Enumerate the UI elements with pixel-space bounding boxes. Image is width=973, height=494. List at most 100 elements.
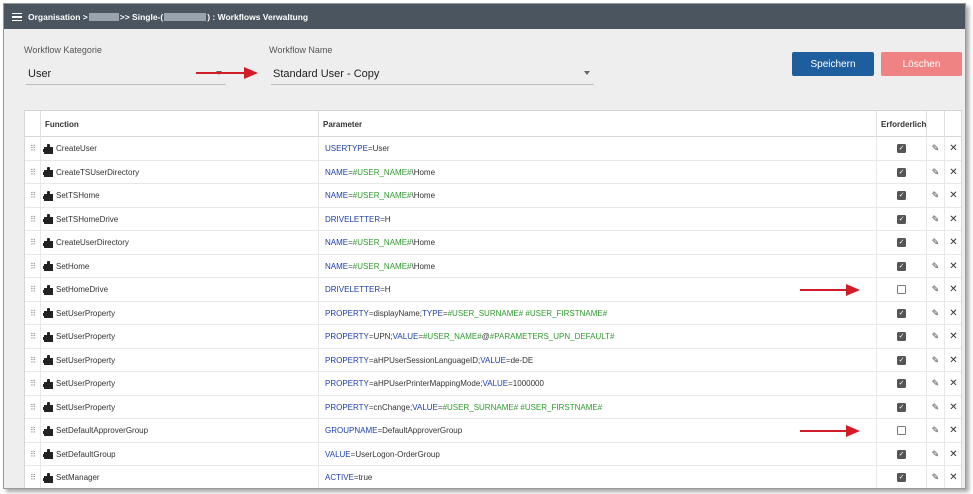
pencil-icon[interactable]: ✎ [927,325,945,349]
close-icon[interactable]: ✕ [945,349,962,373]
table-row[interactable]: ⠿ SetUserProperty PROPERTY = aHPUserPrinterM… [25,372,961,396]
close-icon[interactable]: ✕ [945,184,962,208]
required-checkbox[interactable]: ✓ [897,402,906,412]
table-row[interactable]: ⠿ SetUserProperty PROPERTY = displayName; TYP… [25,301,962,326]
puzzle-icon [43,214,54,225]
parameter-cell: PROPERTY = cnChange; VALUE = #USER_SURNAME# #… [319,395,877,419]
function-cell: SetHome [41,254,319,278]
pencil-icon[interactable]: ✎ [927,419,945,443]
parameter-segment: #PARAMETERS_UPN_DEFAULT# [489,332,615,342]
redacted-tenant-name [164,12,207,21]
close-icon[interactable]: ✕ [945,208,962,232]
delete-button[interactable]: Löschen [881,52,962,76]
close-icon[interactable]: ✕ [945,137,962,161]
parameter-segment: aHPUserSessionLanguageID; [373,355,481,365]
function-name: SetUserProperty [56,355,116,365]
close-icon[interactable]: ✕ [945,396,962,420]
pencil-icon[interactable]: ✎ [927,301,945,325]
drag-handle-icon[interactable]: ⠿ [25,137,41,161]
table-row[interactable]: ⠿ SetDefaultGroup VALUE = UserLogon-OrderGro… [25,442,962,467]
function-column-header[interactable]: Function [41,111,319,137]
required-checkbox[interactable]: ✓ [897,449,906,459]
pencil-icon[interactable]: ✎ [927,184,945,208]
parameter-cell: PROPERTY = displayName; TYPE = #USER_SURNAME#… [319,301,877,325]
required-checkbox[interactable]: ✓ [897,261,906,271]
table-row[interactable]: ⠿ SetTSHomeDrive DRIVELETTER = H ✓ ✎ ✕ [25,207,962,232]
close-icon[interactable]: ✕ [945,372,962,396]
table-row[interactable]: ⠿ CreateUserDirectory NAME = #USER_NAME# \Hom… [25,231,961,255]
close-icon[interactable]: ✕ [945,419,962,443]
drag-handle-icon[interactable]: ⠿ [25,348,41,372]
close-icon[interactable]: ✕ [945,302,962,326]
pencil-icon[interactable]: ✎ [927,348,945,372]
pencil-icon[interactable]: ✎ [927,466,945,488]
required-checkbox[interactable] [897,426,906,436]
table-row[interactable]: ⠿ SetUserProperty PROPERTY = cnChange; VALUE =… [25,395,962,420]
required-checkbox[interactable]: ✓ [897,379,906,389]
close-icon[interactable]: ✕ [945,161,962,185]
required-checkbox[interactable]: ✓ [897,355,906,365]
workflow-name-select[interactable]: Standard User - Copy [271,63,594,85]
table-row[interactable]: ⠿ CreateUser USERTYPE = User ✓ ✎ ✕ [25,137,961,161]
pencil-icon[interactable]: ✎ [927,207,945,231]
drag-handle-icon[interactable]: ⠿ [25,231,41,255]
chevron-down-icon [584,71,590,75]
save-button[interactable]: Speichern [792,52,874,76]
function-name: SetUserProperty [56,332,116,342]
category-select[interactable]: User [26,63,226,85]
drag-handle-icon[interactable]: ⠿ [25,207,41,231]
drag-column-header [25,111,41,137]
required-checkbox[interactable]: ✓ [897,332,906,342]
required-checkbox[interactable] [897,285,906,295]
required-checkbox[interactable]: ✓ [897,473,906,483]
required-checkbox[interactable]: ✓ [897,308,906,318]
drag-handle-icon[interactable]: ⠿ [25,301,41,325]
drag-handle-icon[interactable]: ⠿ [25,184,41,208]
pencil-icon[interactable]: ✎ [927,160,945,184]
pencil-icon[interactable]: ✎ [927,254,945,278]
drag-handle-icon[interactable]: ⠿ [25,278,41,302]
drag-handle-icon[interactable]: ⠿ [25,372,41,396]
parameter-segment: H [384,285,391,295]
drag-handle-icon[interactable]: ⠿ [25,442,41,466]
drag-handle-icon[interactable]: ⠿ [25,395,41,419]
required-checkbox[interactable]: ✓ [897,214,906,224]
category-label: Workflow Kategorie [24,45,102,55]
parameter-column-header[interactable]: Parameter [319,111,877,137]
close-icon[interactable]: ✕ [945,325,962,349]
drag-handle-icon[interactable]: ⠿ [25,466,41,488]
table-row[interactable]: ⠿ SetManager ACTIVE = true ✓ ✎ ✕ [25,466,962,488]
required-checkbox[interactable]: ✓ [897,167,906,177]
workflow-name-value: Standard User - Copy [273,67,380,80]
table-row[interactable]: ⠿ SetTSHome NAME = #USER_NAME# \Home ✓ ✎ ✕ [25,184,961,208]
pencil-icon[interactable]: ✎ [927,137,945,161]
required-checkbox[interactable]: ✓ [897,191,906,201]
close-icon[interactable]: ✕ [945,278,962,302]
required-column-header[interactable]: Erforderlich [877,111,927,137]
menu-icon[interactable] [12,12,22,22]
table-row[interactable]: ⠿ SetUserProperty PROPERTY = aHPUserSessionL… [25,348,962,373]
drag-handle-icon[interactable]: ⠿ [25,254,41,278]
table-row[interactable]: ⠿ CreateTSUserDirectory NAME = #USER_NAME# \H… [25,160,962,185]
parameter-segment: DRIVELETTER [325,285,381,295]
close-icon[interactable]: ✕ [945,255,962,279]
pencil-icon[interactable]: ✎ [927,231,945,255]
required-checkbox[interactable]: ✓ [897,144,906,154]
function-cell: CreateTSUserDirectory [41,160,319,184]
required-cell: ✓ [877,395,927,419]
pencil-icon[interactable]: ✎ [927,442,945,466]
function-cell: SetTSHome [41,184,319,208]
table-row[interactable]: ⠿ SetUserProperty PROPERTY = UPN; VALUE = #USER… [25,325,961,349]
close-icon[interactable]: ✕ [945,466,962,488]
drag-handle-icon[interactable]: ⠿ [25,325,41,349]
table-row[interactable]: ⠿ SetHome NAME = #USER_NAME# \Home ✓ ✎ ✕ [25,254,962,279]
pencil-icon[interactable]: ✎ [927,372,945,396]
drag-handle-icon[interactable]: ⠿ [25,419,41,443]
close-icon[interactable]: ✕ [945,443,962,467]
pencil-icon[interactable]: ✎ [927,395,945,419]
close-icon[interactable]: ✕ [945,231,962,255]
pencil-icon[interactable]: ✎ [927,278,945,302]
required-checkbox[interactable]: ✓ [897,238,906,248]
drag-handle-icon[interactable]: ⠿ [25,160,41,184]
puzzle-icon [43,402,54,413]
